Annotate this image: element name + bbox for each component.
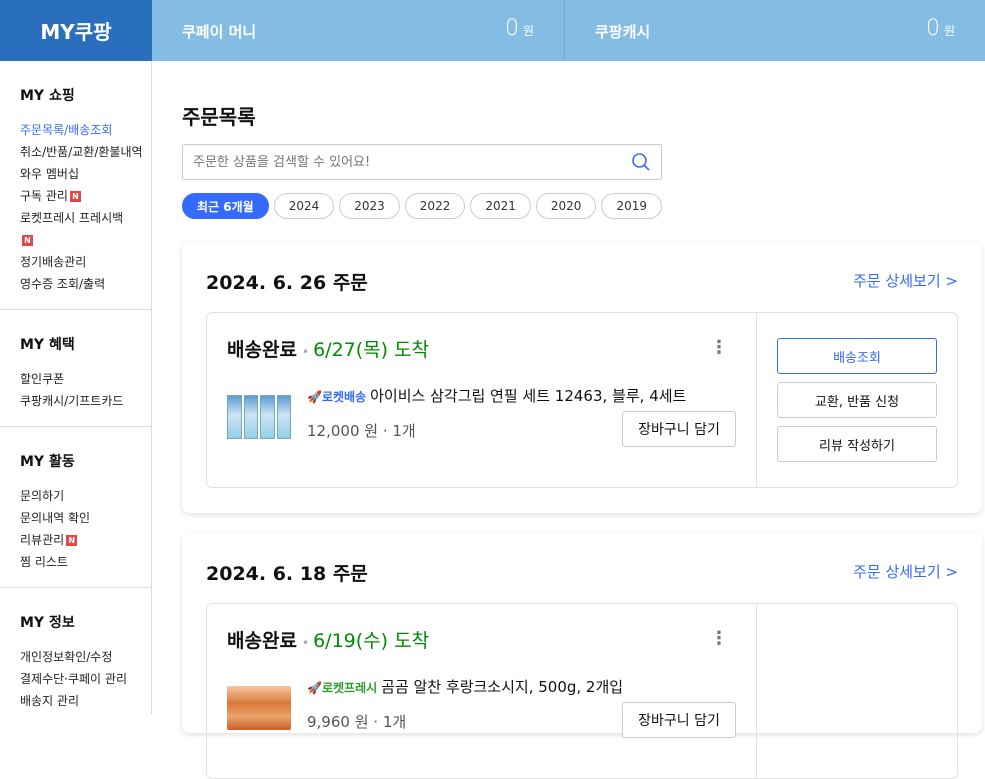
- sidebar-item-regular-delivery[interactable]: 정기배송관리: [20, 251, 151, 273]
- section-title: MY 활동: [20, 454, 75, 470]
- brand-logo[interactable]: MY쿠팡: [0, 0, 152, 61]
- exchange-return-button[interactable]: 교환, 반품 신청: [777, 382, 937, 418]
- year-chip-2021[interactable]: 2021: [470, 193, 531, 219]
- sidebar-item-giftcard[interactable]: 쿠팡캐시/기프트카드: [20, 390, 151, 412]
- product-thumbnail[interactable]: [227, 686, 291, 730]
- sidebar-item-subscription[interactable]: 구독 관리 N: [20, 185, 151, 207]
- coupang-cash-panel[interactable]: 쿠팡캐시 0원: [565, 0, 985, 61]
- sidebar-item-inquiry-history[interactable]: 문의내역 확인: [20, 507, 151, 529]
- product-title[interactable]: 🚀로켓프레시 곰곰 알찬 후랑크소시지, 500g, 2개입: [307, 676, 623, 697]
- sidebar: MY 쇼핑 주문목록/배송조회 취소/반품/교환/환불내역 와우 멤버십 구독 …: [0, 61, 152, 714]
- order-detail-link[interactable]: 주문 상세보기 >: [853, 270, 958, 291]
- sidebar-section-shopping: MY 쇼핑 주문목록/배송조회 취소/반품/교환/환불내역 와우 멤버십 구독 …: [0, 61, 151, 310]
- product-price: 9,960 원 · 1개: [307, 713, 407, 731]
- arrival-date: • 6/27(목) 도착: [302, 339, 430, 361]
- page-title: 주문목록: [182, 105, 256, 129]
- order-search: [182, 144, 662, 180]
- new-badge: N: [69, 191, 81, 202]
- delivery-status: 배송완료: [227, 339, 297, 361]
- year-chip-2020[interactable]: 2020: [535, 193, 597, 219]
- rocket-delivery-badge: 🚀로켓배송: [307, 390, 367, 404]
- delivery-status: 배송완료: [227, 630, 297, 652]
- sidebar-section-info: MY 정보 개인정보확인/수정 결제수단·쿠페이 관리 배송지 관리: [0, 588, 151, 726]
- product-thumbnail[interactable]: [227, 395, 291, 439]
- sidebar-item-address[interactable]: 배송지 관리: [20, 690, 151, 712]
- sidebar-section-activity: MY 활동 문의하기 문의내역 확인 리뷰관리 N 찜 리스트: [0, 427, 151, 588]
- cash-amount: 0원: [925, 16, 955, 41]
- track-delivery-button[interactable]: 배송조회: [777, 338, 937, 374]
- sidebar-item-freshbag[interactable]: 로켓프레시 프레시백 N: [20, 207, 151, 251]
- order-item-info: 배송완료 • 6/27(목) 도착 ⋮ 🚀로켓배송 아이비스 삼각그립 연필 세트 …: [207, 313, 757, 487]
- more-options-icon[interactable]: ⋮: [710, 337, 728, 358]
- year-chip-2019[interactable]: 2019: [601, 193, 662, 219]
- more-options-icon[interactable]: ⋮: [710, 628, 728, 649]
- product-title[interactable]: 🚀로켓배송 아이비스 삼각그립 연필 세트 12463, 블루, 4세트: [307, 385, 686, 406]
- order-date: 2024. 6. 26 주문: [206, 272, 368, 294]
- sidebar-item-receipts[interactable]: 영수증 조회/출력: [20, 273, 151, 295]
- section-title: MY 쇼핑: [20, 88, 75, 104]
- section-title: MY 혜택: [20, 337, 75, 353]
- order-item-box: 배송완료 • 6/19(수) 도착 ⋮ 🚀로켓프레시 곰곰 알찬 후랑크소시지, 5…: [206, 603, 958, 779]
- year-chip-2024[interactable]: 2024: [273, 193, 335, 219]
- order-card: 2024. 6. 26 주문 주문 상세보기 > 배송완료 • 6/27(목) 도…: [182, 242, 982, 513]
- arrival-date: • 6/19(수) 도착: [302, 630, 430, 652]
- year-filter: 최근 6개월 2024 2023 2022 2021 2020 2019: [182, 193, 662, 219]
- add-to-cart-button[interactable]: 장바구니 담기: [622, 411, 736, 447]
- sidebar-item-coupons[interactable]: 할인쿠폰: [20, 368, 151, 390]
- coupay-label: 쿠페이 머니: [182, 23, 257, 41]
- cash-label: 쿠팡캐시: [595, 23, 651, 41]
- product-price: 12,000 원 · 1개: [307, 422, 416, 440]
- order-actions: 배송조회 교환, 반품 신청 리뷰 작성하기: [777, 338, 937, 470]
- rocket-fresh-badge: 🚀로켓프레시: [307, 681, 378, 695]
- sidebar-item-returns[interactable]: 취소/반품/교환/환불내역: [20, 141, 151, 163]
- sidebar-item-payment[interactable]: 결제수단·쿠페이 관리: [20, 668, 151, 690]
- year-chip-2023[interactable]: 2023: [339, 193, 400, 219]
- order-item-box: 배송완료 • 6/27(목) 도착 ⋮ 🚀로켓배송 아이비스 삼각그립 연필 세트 …: [206, 312, 958, 488]
- search-icon[interactable]: [631, 152, 651, 172]
- sidebar-item-profile[interactable]: 개인정보확인/수정: [20, 646, 151, 668]
- sidebar-item-wishlist[interactable]: 찜 리스트: [20, 551, 151, 573]
- top-bar: MY쿠팡 쿠페이 머니 0원 쿠팡캐시 0원: [0, 0, 985, 61]
- new-badge: N: [22, 235, 33, 246]
- new-badge: N: [66, 535, 78, 546]
- add-to-cart-button[interactable]: 장바구니 담기: [622, 702, 736, 738]
- sidebar-item-wow[interactable]: 와우 멤버십: [20, 163, 151, 185]
- write-review-button[interactable]: 리뷰 작성하기: [777, 426, 937, 462]
- sidebar-section-benefits: MY 혜택 할인쿠폰 쿠팡캐시/기프트카드: [0, 310, 151, 427]
- main-content: 주문목록 최근 6개월 2024 2023 2022 2021 2020 201…: [152, 61, 985, 779]
- sidebar-item-orders[interactable]: 주문목록/배송조회: [20, 119, 151, 141]
- sidebar-item-inquiry[interactable]: 문의하기: [20, 485, 151, 507]
- order-detail-link[interactable]: 주문 상세보기 >: [853, 561, 958, 582]
- year-chip-2022[interactable]: 2022: [404, 193, 466, 219]
- sidebar-item-reviews[interactable]: 리뷰관리 N: [20, 529, 151, 551]
- coupay-amount: 0원: [504, 16, 534, 41]
- section-title: MY 정보: [20, 615, 75, 631]
- search-input[interactable]: [183, 145, 613, 179]
- order-item-info: 배송완료 • 6/19(수) 도착 ⋮ 🚀로켓프레시 곰곰 알찬 후랑크소시지, 5…: [207, 604, 757, 778]
- order-date: 2024. 6. 18 주문: [206, 563, 368, 585]
- year-chip-recent[interactable]: 최근 6개월: [182, 193, 269, 219]
- order-card: 2024. 6. 18 주문 주문 상세보기 > 배송완료 • 6/19(수) 도…: [182, 533, 982, 779]
- coupay-money-panel[interactable]: 쿠페이 머니 0원: [152, 0, 565, 61]
